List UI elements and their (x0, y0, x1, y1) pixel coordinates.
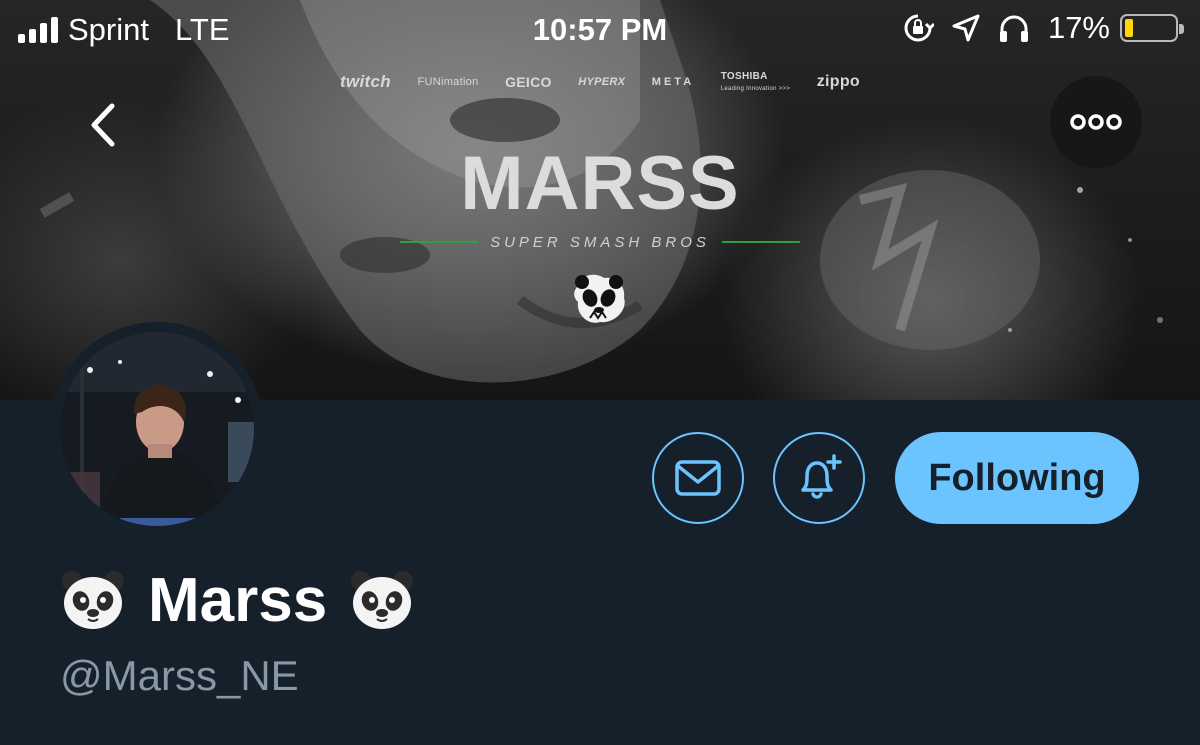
sponsor-tagline: Leading Innovation >>> (720, 86, 791, 92)
battery-icon (1120, 14, 1184, 42)
panda-face-icon (351, 571, 414, 629)
sponsor-logo-geico: GEICO (505, 74, 552, 90)
mail-icon (675, 460, 721, 496)
battery-percentage: 17% (1047, 10, 1110, 45)
sponsor-logo-hyperx: HYPERX (578, 76, 626, 88)
banner-subtitle-row: SUPER SMASH BROS (400, 232, 800, 252)
location-icon (952, 14, 980, 42)
headphones-icon (998, 13, 1030, 43)
message-button[interactable] (652, 432, 744, 524)
panda-logo-icon (574, 274, 625, 323)
following-button[interactable]: Following (895, 432, 1139, 524)
display-name-text: Marss (148, 565, 328, 635)
bell-plus-icon (801, 454, 842, 499)
sponsor-logo-zippo: zippo (816, 73, 860, 90)
status-bar: Sprint LTE 10:57 PM 17% (0, 0, 1200, 62)
sponsor-logo-toshiba: TOSHIBA Leading Innovation >>> (720, 71, 791, 92)
profile-handle: @Marss_NE (60, 652, 299, 699)
accent-line-right (721, 241, 800, 243)
sponsor-logo-twitch: twitch (340, 72, 391, 91)
back-button[interactable] (74, 96, 132, 154)
panda-face-icon (62, 571, 124, 629)
chevron-left-icon (91, 103, 115, 147)
battery-level (1125, 19, 1133, 37)
banner-title: MARSS (460, 141, 740, 226)
notification-bell-button[interactable] (773, 432, 865, 524)
sponsor-logo-meta: META (651, 76, 695, 88)
accent-line-left (400, 241, 479, 243)
sponsor-logo-funimation: FUNimation (417, 76, 479, 88)
more-options-button[interactable] (1050, 76, 1142, 168)
more-horizontal-icon (1070, 114, 1122, 130)
rotation-lock-icon (902, 12, 934, 44)
avatar[interactable] (50, 322, 264, 536)
display-name: Marss (60, 565, 415, 635)
banner-subtitle: SUPER SMASH BROS (490, 233, 710, 251)
avatar-photo (60, 332, 254, 526)
sponsor-logos: twitch FUNimation GEICO HYPERX META TOSH… (340, 70, 860, 94)
